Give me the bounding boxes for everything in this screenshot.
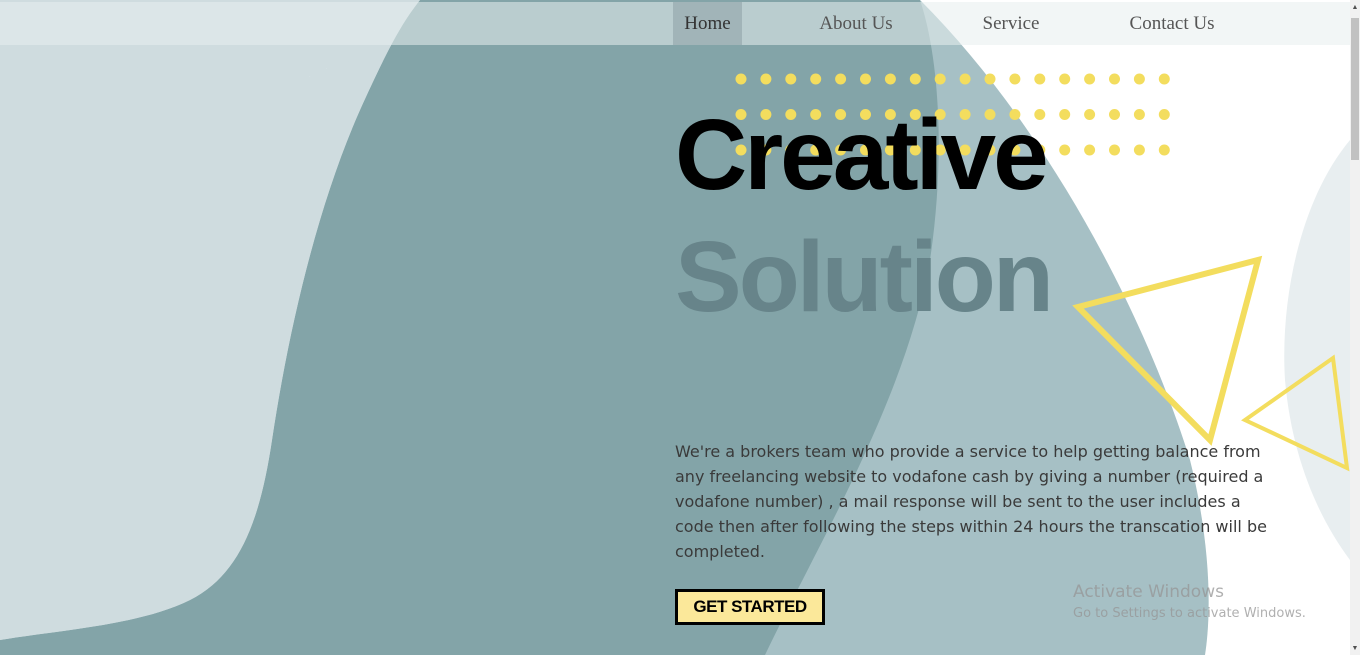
decor-dot <box>760 73 772 85</box>
decor-dot <box>1133 73 1145 85</box>
decor-dot <box>1084 73 1096 85</box>
decor-dot <box>1133 109 1145 120</box>
hero-title-creative: Creative <box>675 99 1049 211</box>
decor-dot <box>1034 73 1046 85</box>
activate-windows-watermark: Activate Windows Go to Settings to activ… <box>1073 582 1306 621</box>
decor-dot <box>1109 73 1120 85</box>
nav-about-us[interactable]: About Us <box>808 2 904 45</box>
scroll-down-icon[interactable]: ▼ <box>1351 645 1359 653</box>
decor-dot <box>1158 144 1170 156</box>
nav-contact-us[interactable]: Contact Us <box>1118 2 1226 45</box>
decor-dot <box>735 73 747 85</box>
nav-home[interactable]: Home <box>673 2 742 45</box>
decor-dot <box>1009 73 1021 85</box>
scroll-up-icon[interactable]: ▲ <box>1351 4 1359 12</box>
decor-dot <box>1109 109 1120 120</box>
hero-title-solution: Solution <box>675 221 1054 333</box>
decor-dot <box>1158 109 1170 120</box>
decor-dot <box>860 73 871 85</box>
top-navigation: Home About Us Service Contact Us <box>0 2 1350 45</box>
watermark-subtitle: Go to Settings to activate Windows. <box>1073 606 1306 621</box>
decor-dot <box>810 73 822 85</box>
right-faint-circle <box>1284 140 1350 560</box>
get-started-button[interactable]: GET STARTED <box>675 589 825 625</box>
decor-dot <box>934 73 946 85</box>
decor-dot <box>835 73 847 85</box>
hero-description: We're a brokers team who provide a servi… <box>675 442 1267 561</box>
watermark-title: Activate Windows <box>1073 582 1224 602</box>
decor-dot <box>909 73 921 85</box>
decor-dot <box>785 73 797 85</box>
nav-service[interactable]: Service <box>972 2 1050 45</box>
decor-dot <box>1059 144 1071 156</box>
decor-dot <box>1084 144 1096 156</box>
decor-dot <box>1084 109 1096 120</box>
decor-dot <box>1059 109 1071 120</box>
decor-dot <box>959 73 971 85</box>
decor-dot <box>884 73 896 85</box>
decor-dot <box>1158 73 1170 85</box>
decor-dot <box>1059 73 1071 85</box>
vertical-scrollbar[interactable]: ▲ ▼ <box>1350 0 1360 655</box>
decor-dot <box>1109 144 1120 156</box>
decor-dot <box>984 73 996 85</box>
scrollbar-thumb[interactable] <box>1351 18 1359 160</box>
decor-dot <box>1133 144 1145 156</box>
